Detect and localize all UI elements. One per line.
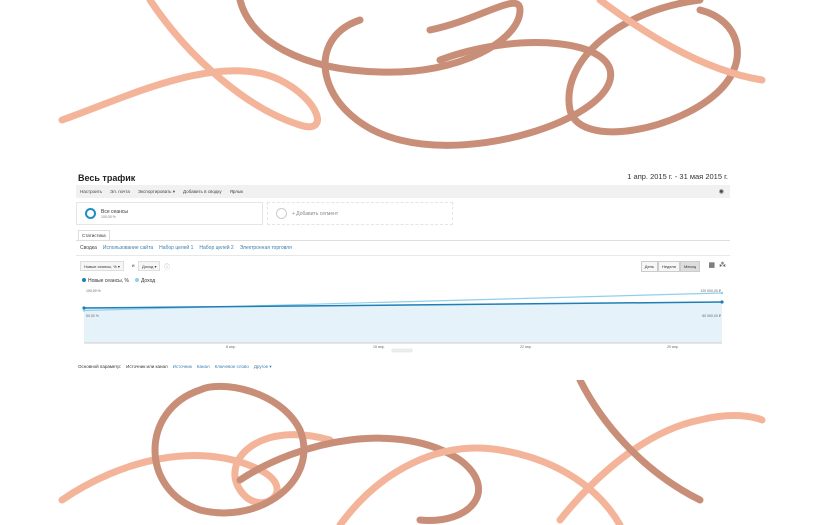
legend-revenue: Доход bbox=[134, 278, 155, 284]
chart-resize-handle[interactable] bbox=[391, 348, 413, 353]
toolbar: Настроить Эл. почта Экспортировать ▾ Доб… bbox=[76, 185, 730, 198]
metric2-select[interactable]: Доход ▾ bbox=[138, 261, 161, 271]
email-button[interactable]: Эл. почта bbox=[110, 189, 130, 194]
granularity-buttons: День Неделя Месяц bbox=[640, 261, 700, 272]
x-tick-label: 15 апр. bbox=[373, 345, 385, 349]
decorative-loops-top bbox=[58, 0, 766, 149]
segment-percent: 100,00 % bbox=[101, 214, 116, 219]
right-tick-label: 120 000,00 ₽ bbox=[700, 289, 721, 293]
export-button[interactable]: Экспортировать ▾ bbox=[138, 189, 175, 195]
chart-legend: Новые сеансы, % Доход bbox=[82, 278, 155, 284]
decorative-loops-bottom bbox=[58, 380, 766, 525]
left-tick-label: 50,00 % bbox=[86, 314, 99, 318]
primary-dimension: Основной параметр: Источник или канал Ис… bbox=[78, 364, 272, 370]
vs-label: и bbox=[132, 263, 135, 268]
add-segment-label: + Добавить сегмент bbox=[292, 210, 339, 217]
dimension-other[interactable]: Другое ▾ bbox=[254, 364, 272, 370]
x-tick-label: 29 апр. bbox=[667, 345, 679, 349]
data-point-revenue bbox=[720, 291, 724, 295]
dimension-label: Основной параметр: bbox=[78, 364, 122, 369]
subnav-goal-set-2[interactable]: Набор целей 2 bbox=[199, 245, 233, 251]
month-button[interactable]: Месяц bbox=[679, 261, 700, 272]
help-icon[interactable]: ⓘ bbox=[164, 262, 170, 271]
line-chart: 100,00 % 50,00 % 120 000,00 ₽ 60 000,00 ₽ 8 … bbox=[82, 289, 724, 353]
add-segment-button[interactable]: + Добавить сегмент bbox=[267, 202, 453, 225]
shortcut-button[interactable]: Ярлык bbox=[230, 189, 243, 194]
subnav: Сводка Использование сайта Набор целей 1… bbox=[80, 245, 292, 251]
week-button[interactable]: Неделя bbox=[657, 261, 680, 272]
line-chart-icon[interactable]: ▦ bbox=[708, 261, 715, 269]
customize-button[interactable]: Настроить bbox=[80, 189, 102, 194]
visibility-icon[interactable]: ◉ bbox=[719, 188, 724, 195]
motion-chart-icon[interactable]: ⁂ bbox=[719, 261, 726, 269]
segment-circle-icon bbox=[85, 208, 96, 219]
page-title: Весь трафик bbox=[78, 173, 136, 183]
left-tick-label: 100,00 % bbox=[86, 289, 101, 293]
data-point-revenue bbox=[82, 309, 86, 312]
subnav-summary[interactable]: Сводка bbox=[80, 245, 97, 251]
data-point-new-sessions bbox=[82, 306, 86, 310]
tab-statistics[interactable]: Статистика bbox=[78, 230, 110, 240]
data-point-new-sessions bbox=[720, 300, 724, 304]
dimension-source[interactable]: Источник bbox=[173, 364, 192, 370]
add-to-dashboard-button[interactable]: Добавить в сводку bbox=[183, 189, 222, 194]
empty-circle-icon bbox=[276, 208, 287, 219]
legend-new-sessions: Новые сеансы, % bbox=[82, 278, 129, 284]
dimension-keyword[interactable]: Ключевое слово bbox=[215, 364, 249, 370]
subnav-site-usage[interactable]: Использование сайта bbox=[103, 245, 153, 251]
segment-all-sessions[interactable]: Все сеансы 100,00 % bbox=[76, 202, 263, 225]
x-tick-label: 22 апр. bbox=[520, 345, 532, 349]
date-range-picker[interactable]: 1 апр. 2015 г. - 31 мая 2015 г. bbox=[627, 172, 728, 181]
segment-label: Все сеансы bbox=[101, 208, 128, 215]
day-button[interactable]: День bbox=[640, 261, 658, 272]
right-tick-label: 60 000,00 ₽ bbox=[702, 314, 722, 318]
x-tick-label: 8 апр. bbox=[226, 345, 236, 349]
dimension-source-medium[interactable]: Источник или канал bbox=[126, 364, 168, 370]
subnav-ecommerce[interactable]: Электронная торговля bbox=[240, 245, 292, 251]
subnav-goal-set-1[interactable]: Набор целей 1 bbox=[159, 245, 193, 251]
metric1-select[interactable]: Новые сеансы, % ▾ bbox=[80, 261, 124, 271]
dimension-medium[interactable]: Канал bbox=[197, 364, 210, 370]
